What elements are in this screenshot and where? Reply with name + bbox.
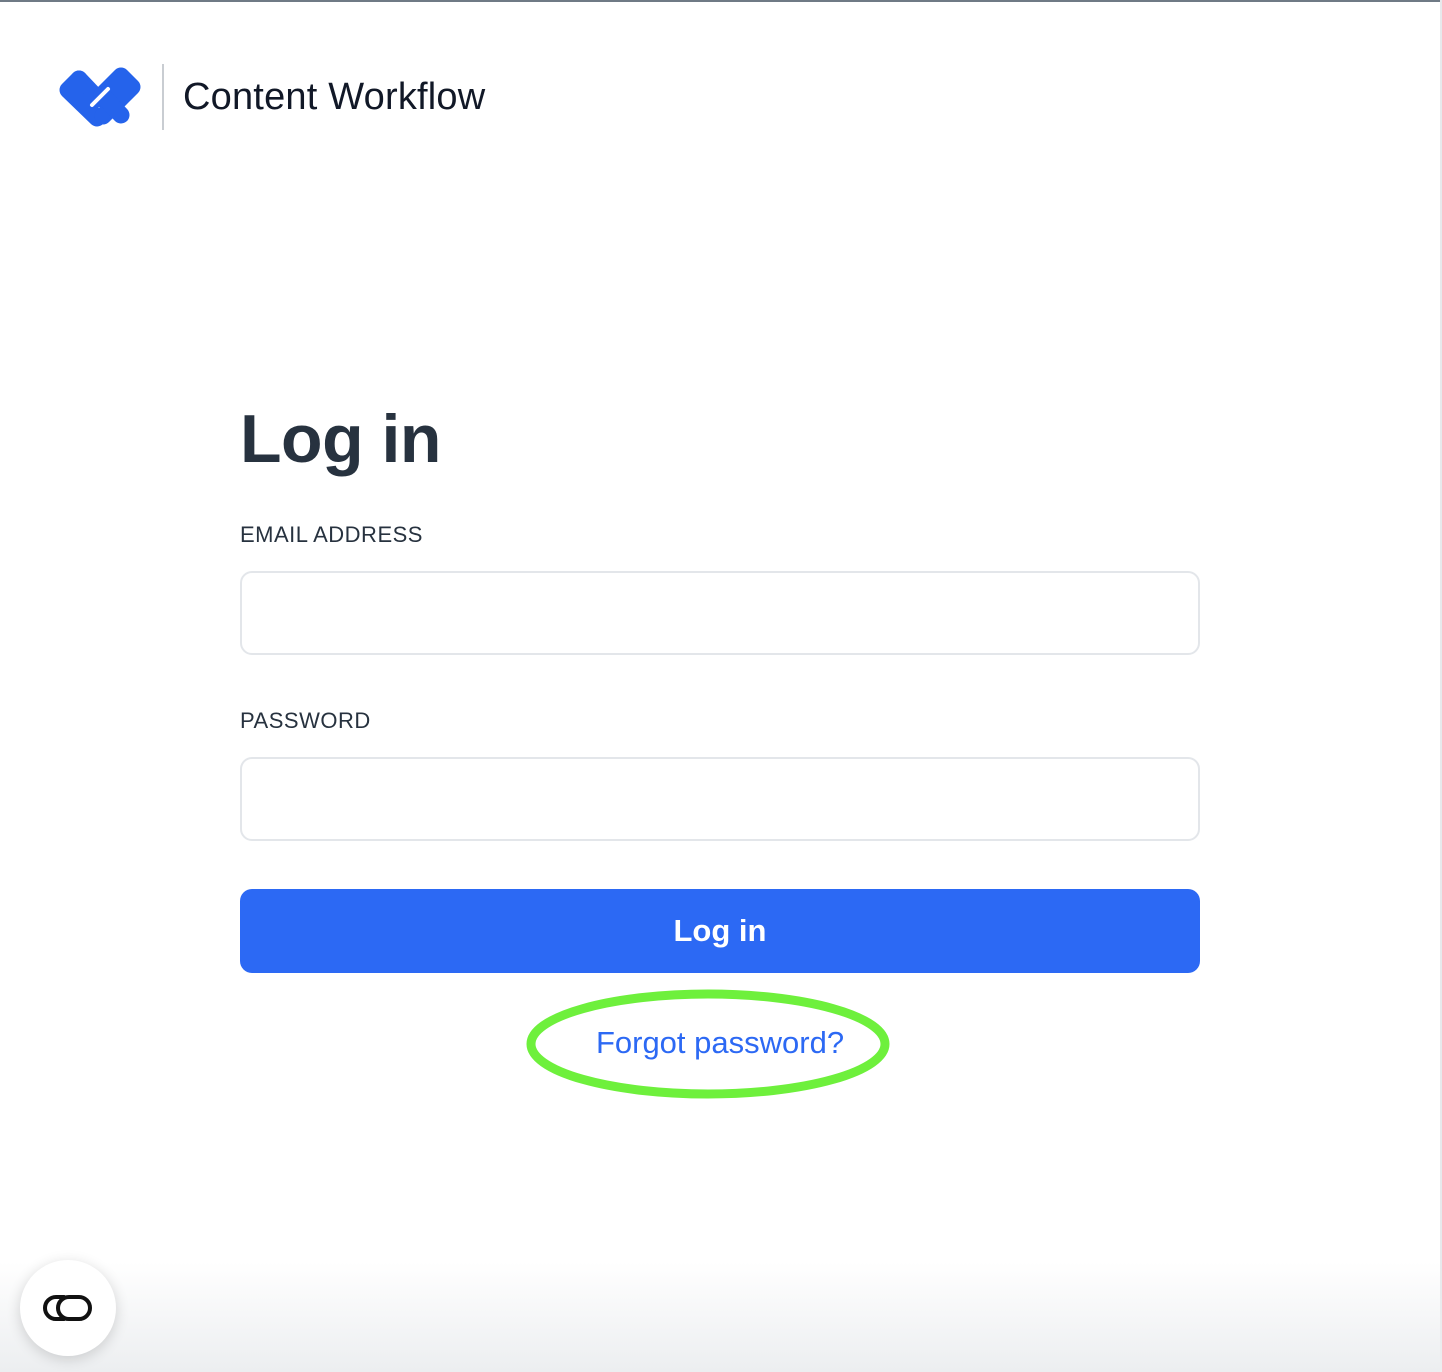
forgot-password-area: Forgot password? xyxy=(240,985,1200,1105)
email-field[interactable] xyxy=(240,571,1200,655)
password-label: PASSWORD xyxy=(240,708,371,733)
login-form: Log in EMAIL ADDRESS PASSWORD Log in For… xyxy=(240,396,1200,1105)
email-label: EMAIL ADDRESS xyxy=(240,522,423,547)
page-title: Log in xyxy=(240,401,441,477)
content-workflow-logo-icon xyxy=(59,67,141,127)
floating-widget-button[interactable] xyxy=(20,1260,116,1356)
bottom-shadow xyxy=(0,1262,1442,1372)
brand-header: Content Workflow xyxy=(54,62,485,132)
password-field[interactable] xyxy=(240,757,1200,841)
brand-name: Content Workflow xyxy=(183,75,486,118)
login-button[interactable]: Log in xyxy=(240,889,1200,973)
window-top-border xyxy=(0,0,1442,2)
forgot-password-link[interactable]: Forgot password? xyxy=(240,1025,1200,1061)
brand-divider xyxy=(162,64,164,130)
link-icon xyxy=(43,1295,92,1321)
